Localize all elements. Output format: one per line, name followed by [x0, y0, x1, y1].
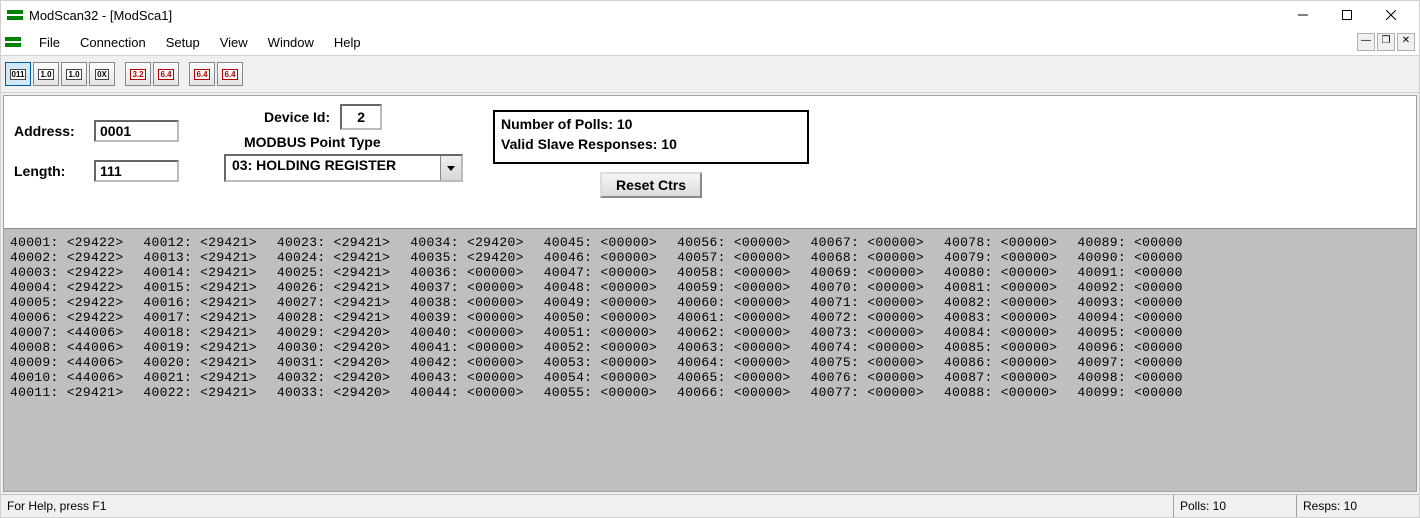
toolbar-btn-1[interactable]: 011 — [5, 62, 31, 86]
menu-setup[interactable]: Setup — [156, 32, 210, 53]
toolbar-btn-3[interactable]: 1.0 — [61, 62, 87, 86]
menu-bar: File Connection Setup View Window Help —… — [1, 29, 1419, 56]
register-column: 40034: <29420> 40035: <29420> 40036: <00… — [410, 235, 523, 400]
mdi-close-button[interactable]: ✕ — [1397, 33, 1415, 51]
toolbar-btn-2[interactable]: 1.0 — [33, 62, 59, 86]
register-column: 40067: <00000> 40068: <00000> 40069: <00… — [811, 235, 924, 400]
title-bar: ModScan32 - [ModSca1] — [1, 1, 1419, 29]
pointtype-label: MODBUS Point Type — [244, 134, 463, 150]
polls-line: Number of Polls: 10 — [501, 114, 801, 134]
reset-counters-button[interactable]: Reset Ctrs — [600, 172, 702, 198]
menu-file[interactable]: File — [29, 32, 70, 53]
register-grid[interactable]: 40001: <29422> 40002: <29422> 40003: <29… — [4, 228, 1416, 491]
toolbar-badge: 6.4 — [158, 69, 173, 80]
toolbar-btn-4[interactable]: 0X — [89, 62, 115, 86]
stats-box: Number of Polls: 10 Valid Slave Response… — [493, 110, 809, 164]
window-title: ModScan32 - [ModSca1] — [29, 8, 172, 23]
toolbar-badge: 6.4 — [222, 69, 237, 80]
menu-window[interactable]: Window — [258, 32, 324, 53]
toolbar-badge: 1.0 — [66, 69, 81, 80]
window-close-button[interactable] — [1369, 1, 1413, 29]
status-resps: Resps: 10 — [1296, 495, 1419, 517]
toolbar-badge: 1.0 — [38, 69, 53, 80]
address-label: Address: — [14, 123, 94, 139]
toolbar-btn-8[interactable]: 6.4 — [217, 62, 243, 86]
pointtype-select[interactable]: 03: HOLDING REGISTER — [224, 154, 463, 182]
status-bar: For Help, press F1 Polls: 10 Resps: 10 — [1, 494, 1419, 517]
menu-help[interactable]: Help — [324, 32, 371, 53]
register-column: 40001: <29422> 40002: <29422> 40003: <29… — [10, 235, 123, 400]
address-input[interactable] — [94, 120, 179, 142]
menu-connection[interactable]: Connection — [70, 32, 156, 53]
app-icon — [7, 10, 23, 20]
length-input[interactable] — [94, 160, 179, 182]
toolbar-badge: 3.2 — [130, 69, 145, 80]
window-maximize-button[interactable] — [1325, 1, 1369, 29]
register-column: 40045: <00000> 40046: <00000> 40047: <00… — [544, 235, 657, 400]
status-hint: For Help, press F1 — [1, 499, 1173, 513]
chevron-down-icon — [440, 156, 461, 180]
mdi-minimize-button[interactable]: — — [1357, 33, 1375, 51]
status-polls: Polls: 10 — [1173, 495, 1296, 517]
app-window: ModScan32 - [ModSca1] File Connection Se… — [0, 0, 1420, 518]
toolbar-btn-7[interactable]: 6.4 — [189, 62, 215, 86]
device-id-input[interactable] — [340, 104, 382, 130]
toolbar-badge: 011 — [10, 69, 27, 80]
toolbar-badge: 6.4 — [194, 69, 209, 80]
toolbar-btn-6[interactable]: 6.4 — [153, 62, 179, 86]
register-column: 40089: <00000 40090: <00000 40091: <0000… — [1077, 235, 1182, 400]
register-column: 40012: <29421> 40013: <29421> 40014: <29… — [143, 235, 256, 400]
device-id-label: Device Id: — [264, 109, 330, 125]
register-column: 40056: <00000> 40057: <00000> 40058: <00… — [677, 235, 790, 400]
form-panel: Address: Length: Device Id: MODBUS Point… — [4, 96, 1416, 228]
document-window: Address: Length: Device Id: MODBUS Point… — [3, 95, 1417, 492]
document-icon[interactable] — [5, 37, 21, 47]
toolbar: 011 1.0 1.0 0X 3.2 6.4 6.4 6.4 — [1, 56, 1419, 93]
valid-line: Valid Slave Responses: 10 — [501, 134, 801, 154]
register-column: 40023: <29421> 40024: <29421> 40025: <29… — [277, 235, 390, 400]
toolbar-btn-5[interactable]: 3.2 — [125, 62, 151, 86]
menu-view[interactable]: View — [210, 32, 258, 53]
mdi-restore-button[interactable]: ❐ — [1377, 33, 1395, 51]
register-column: 40078: <00000> 40079: <00000> 40080: <00… — [944, 235, 1057, 400]
workspace: Address: Length: Device Id: MODBUS Point… — [1, 93, 1419, 494]
length-label: Length: — [14, 163, 94, 179]
toolbar-badge: 0X — [95, 69, 109, 80]
window-minimize-button[interactable] — [1281, 1, 1325, 29]
pointtype-value: 03: HOLDING REGISTER — [226, 156, 440, 180]
